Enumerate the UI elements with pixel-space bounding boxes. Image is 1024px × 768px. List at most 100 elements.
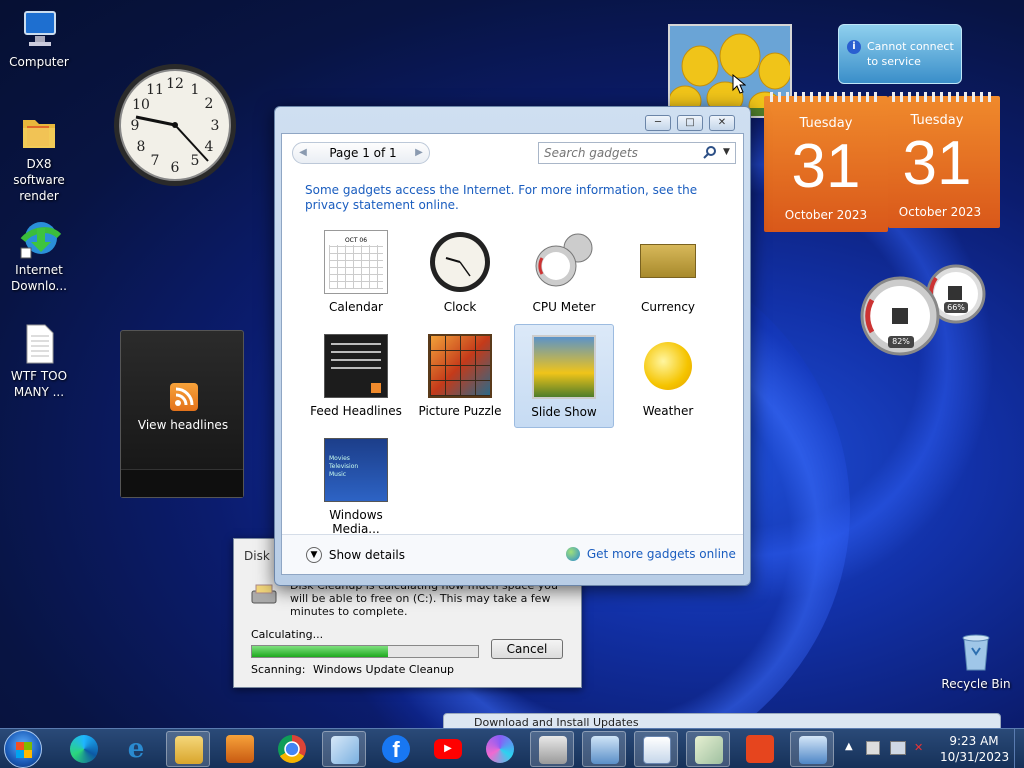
control-panel-icon — [591, 736, 619, 764]
volume-muted-icon[interactable]: ✕ — [914, 741, 930, 755]
media-line: Movies — [329, 455, 350, 462]
taskbar: e f ▶ ▲ ✕ 9:23 AM 10/31/2023 — [0, 728, 1024, 768]
taskbar-copilot[interactable] — [478, 731, 522, 767]
background-window[interactable]: Download and Install Updates — [443, 713, 1001, 729]
weather-sun-icon — [636, 334, 700, 398]
clock-gadget[interactable]: 12 1 2 3 4567 8 9 10 11 — [112, 62, 238, 188]
taskbar-time: 9:23 AM — [949, 734, 999, 748]
gadget-picture-puzzle[interactable]: Picture Puzzle — [410, 328, 510, 428]
calendar-weekday: Tuesday — [799, 116, 853, 131]
gadget-feed-headlines[interactable]: Feed Headlines — [306, 328, 406, 428]
flag-icon[interactable] — [866, 741, 880, 755]
svg-text:4: 4 — [205, 139, 214, 155]
memory-percent: 66% — [947, 303, 965, 312]
calendar-gadget[interactable]: Tuesday 31 October 2023 — [888, 92, 1000, 228]
cancel-button[interactable]: Cancel — [491, 639, 563, 659]
picture-puzzle-thumb-icon — [428, 334, 492, 398]
calendar-day: 31 — [791, 132, 861, 201]
show-details-toggle[interactable]: ▼ Show details — [306, 547, 405, 563]
taskbar-notepad[interactable] — [686, 731, 730, 767]
calendar-weekday: Tuesday — [910, 113, 964, 128]
clock-thumb-icon — [428, 230, 492, 294]
taskbar-youtube[interactable]: ▶ — [426, 731, 470, 767]
internet-explorer-icon: e — [127, 734, 145, 764]
gadget-cpu-meter[interactable]: CPU Meter — [514, 224, 614, 324]
taskbar-paint[interactable] — [322, 731, 366, 767]
network-icon[interactable] — [890, 741, 906, 755]
gadget-clock[interactable]: Clock — [410, 224, 510, 324]
show-desktop-button[interactable] — [1014, 729, 1024, 768]
calendar-gadget[interactable]: Tuesday 31 October 2023 — [764, 92, 888, 232]
desktop-icon-computer[interactable]: Computer — [0, 8, 78, 70]
windows-logo-icon — [16, 742, 32, 758]
start-button[interactable] — [4, 730, 42, 768]
view-headlines-link[interactable]: View headlines — [121, 418, 245, 432]
folder-icon — [17, 110, 61, 154]
gadget-label: CPU Meter — [532, 300, 596, 314]
desktop-icon-text-file[interactable]: WTF TOO MANY ... — [0, 322, 78, 400]
taskbar-chrome[interactable] — [270, 731, 314, 767]
progress-fill — [252, 646, 388, 657]
feed-headlines-thumb-icon — [324, 334, 388, 398]
taskbar-edge[interactable] — [62, 731, 106, 767]
feed-headlines-gadget[interactable]: View headlines — [120, 330, 244, 498]
gadgets-content: ◀ Page 1 of 1 ▶ ▼ Some gadgets access th… — [281, 133, 744, 575]
search-dropdown-icon[interactable]: ▼ — [723, 147, 730, 157]
taskbar-window[interactable] — [634, 731, 678, 767]
facebook-icon: f — [382, 735, 410, 763]
cpu-percent: 82% — [892, 337, 910, 346]
taskbar-control-panel[interactable] — [582, 731, 626, 767]
get-more-label: Get more gadgets online — [586, 546, 736, 561]
show-hidden-icons-button[interactable]: ▲ — [845, 741, 853, 752]
disk-cleanup-status: Calculating... — [251, 628, 324, 641]
gadget-currency[interactable]: Currency — [618, 224, 718, 324]
cpu-meter-thumb-icon — [532, 230, 596, 294]
taskbar-remote[interactable] — [790, 731, 834, 767]
desktop-icon-label: Internet Downlo... — [11, 263, 67, 293]
search-icon[interactable] — [703, 146, 717, 160]
gadget-label: Currency — [640, 300, 696, 314]
desktop-icon-recycle-bin[interactable]: Recycle Bin — [936, 630, 1016, 692]
info-icon: i — [847, 40, 861, 54]
minimize-button[interactable]: ─ — [645, 115, 671, 131]
remote-desktop-icon — [799, 736, 827, 764]
svg-text:2: 2 — [205, 96, 214, 112]
page-nav: ◀ Page 1 of 1 ▶ — [292, 142, 430, 164]
media-line: Music — [329, 471, 347, 478]
analog-clock-icon: 12 12 3 4567 8 9 1011 — [114, 64, 236, 186]
taskbar-office[interactable] — [738, 731, 782, 767]
taskbar-internet-explorer[interactable]: e — [114, 731, 158, 767]
weather-notice-text: Cannot connect to service — [867, 40, 954, 68]
desktop-icon-dx8[interactable]: DX8 software render — [0, 110, 78, 204]
gadget-label: Weather — [642, 404, 694, 418]
close-button[interactable]: ✕ — [709, 115, 735, 131]
calendar-thumb-icon: OCT 06 — [324, 230, 388, 294]
gadget-weather[interactable]: Weather — [618, 328, 718, 428]
rss-icon — [170, 383, 198, 411]
get-more-gadgets-link[interactable]: Get more gadgets online — [566, 546, 736, 561]
search-box[interactable]: ▼ — [538, 142, 736, 164]
cpu-meter-gadget[interactable]: 82% 66% — [860, 262, 986, 358]
taskbar-facebook[interactable]: f — [374, 731, 418, 767]
gadgets-window[interactable]: ─ □ ✕ ◀ Page 1 of 1 ▶ ▼ Some gadgets acc… — [274, 106, 751, 586]
gadget-slide-show[interactable]: Slide Show — [514, 324, 614, 428]
feed-gadget-bar — [121, 469, 243, 497]
desktop-icon-internet-download[interactable]: Internet Downlo... — [0, 216, 78, 294]
gadget-windows-media[interactable]: Movies Television Music Windows Media... — [306, 432, 406, 536]
taskbar-media-player[interactable] — [218, 731, 262, 767]
next-page-button[interactable]: ▶ — [411, 145, 427, 161]
search-input[interactable] — [539, 143, 699, 163]
maximize-button[interactable]: □ — [677, 115, 703, 131]
desktop-icon-label: Computer — [9, 55, 69, 69]
gadget-calendar[interactable]: OCT 06 Calendar — [306, 224, 406, 324]
gadget-label: Feed Headlines — [310, 404, 402, 418]
taskbar-file-explorer[interactable] — [166, 731, 210, 767]
clock-area[interactable]: 9:23 AM 10/31/2023 — [940, 733, 1009, 765]
weather-gadget-notice[interactable]: i Cannot connect to service — [838, 24, 962, 84]
taskbar-disk-cleanup[interactable] — [530, 731, 574, 767]
gadget-label: Windows Media... — [329, 508, 383, 536]
office-icon — [746, 735, 774, 763]
prev-page-button[interactable]: ◀ — [295, 145, 311, 161]
privacy-info-text[interactable]: Some gadgets access the Internet. For mo… — [305, 183, 725, 213]
disk-cleanup-progress-bar — [251, 645, 479, 658]
